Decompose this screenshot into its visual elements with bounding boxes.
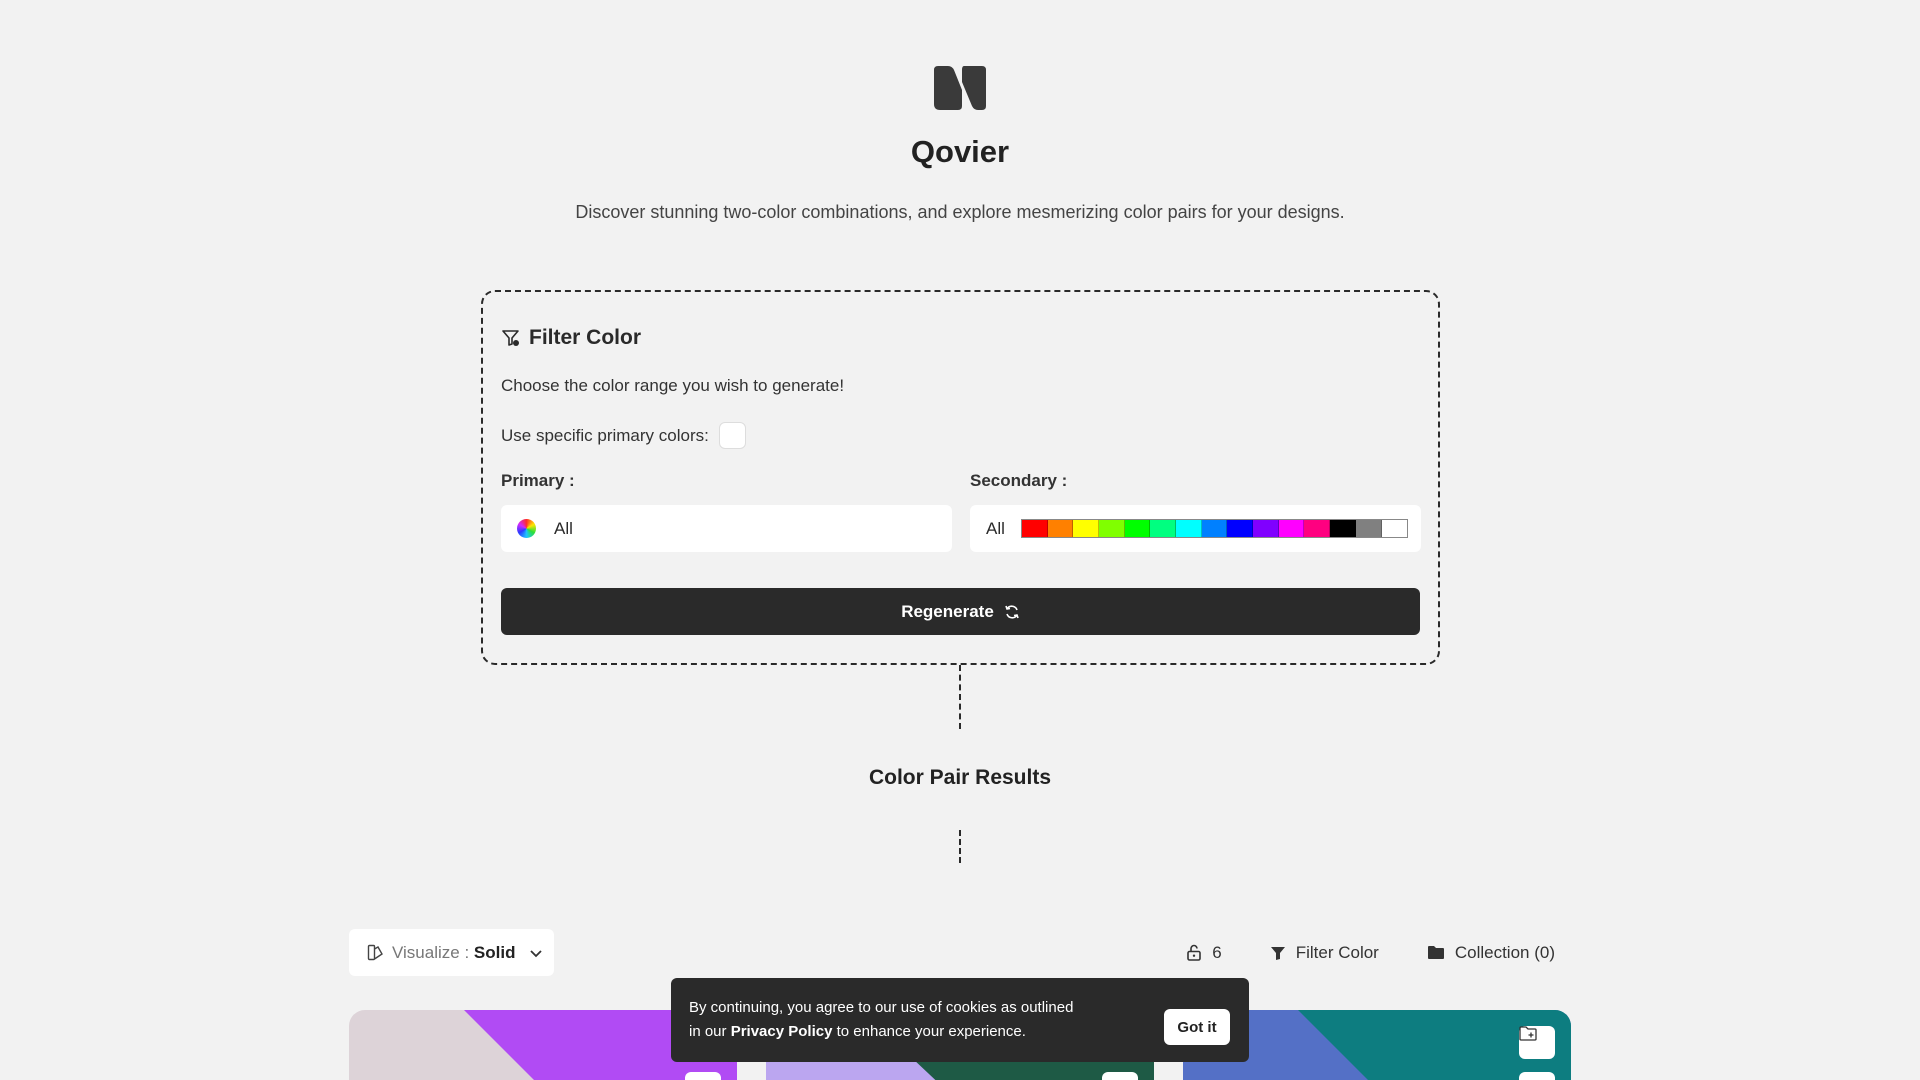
card-action-button[interactable] bbox=[685, 1072, 721, 1080]
results-toolbar: 6 Filter Color Collection (0) bbox=[1186, 929, 1555, 976]
chevron-down-icon bbox=[530, 949, 543, 957]
regenerate-label: Regenerate bbox=[901, 601, 994, 621]
swatch-5 bbox=[1150, 520, 1177, 537]
connector-line bbox=[959, 665, 961, 729]
swatch-14 bbox=[1381, 520, 1408, 537]
card-action-button[interactable] bbox=[1102, 1072, 1138, 1080]
swatch-4 bbox=[1124, 520, 1151, 537]
tagline: Discover stunning two-color combinations… bbox=[575, 202, 1345, 222]
folder-plus-icon bbox=[1519, 1026, 1537, 1041]
visualize-select[interactable]: Visualize : Solid bbox=[349, 929, 554, 976]
filter-title: Filter Color bbox=[529, 326, 642, 349]
secondary-swatch-strip bbox=[1020, 519, 1409, 538]
swatch-0 bbox=[1021, 520, 1048, 537]
got-it-button[interactable]: Got it bbox=[1164, 1009, 1230, 1045]
swatch-8 bbox=[1227, 520, 1254, 537]
unlock-icon bbox=[1187, 944, 1202, 961]
qovier-logo-icon bbox=[934, 66, 986, 110]
swatch-10 bbox=[1278, 520, 1305, 537]
filter-icon bbox=[1270, 946, 1285, 960]
filter-panel: Filter Color Choose the color range you … bbox=[481, 290, 1440, 665]
filter-subtitle: Choose the color range you wish to gener… bbox=[501, 376, 845, 395]
logo bbox=[934, 66, 986, 110]
connector-line bbox=[959, 830, 961, 863]
privacy-policy-link[interactable]: Privacy Policy bbox=[731, 1023, 833, 1040]
filter-header: Filter Color bbox=[501, 326, 641, 350]
lock-count: 6 bbox=[1212, 942, 1222, 962]
regenerate-button[interactable]: Regenerate bbox=[501, 588, 1420, 635]
collection-label: Collection (0) bbox=[1454, 942, 1555, 962]
cookie-banner: By continuing, you agree to our use of c… bbox=[671, 978, 1249, 1062]
rainbow-icon bbox=[517, 519, 536, 538]
app-title: Qovier bbox=[910, 134, 1010, 169]
folder-icon bbox=[1427, 946, 1444, 959]
secondary-select-value: All bbox=[986, 518, 1005, 538]
cookie-text-after: to enhance your experience. bbox=[836, 1023, 1026, 1040]
specific-primary-label: Use specific primary colors: bbox=[501, 425, 709, 445]
swatch-7 bbox=[1201, 520, 1228, 537]
secondary-select[interactable]: All bbox=[970, 505, 1421, 552]
swatch-3 bbox=[1098, 520, 1125, 537]
add-to-collection-button[interactable] bbox=[1519, 1026, 1555, 1059]
refresh-icon bbox=[1005, 604, 1019, 619]
filter-settings-icon bbox=[502, 330, 519, 346]
visualize-value: Solid bbox=[473, 942, 516, 962]
swatch-13 bbox=[1355, 520, 1382, 537]
primary-label: Primary : bbox=[501, 471, 575, 490]
swatch-2 bbox=[1073, 520, 1099, 537]
primary-select[interactable]: All bbox=[501, 505, 952, 552]
swatch-9 bbox=[1253, 520, 1279, 537]
results-title: Color Pair Results bbox=[868, 766, 1052, 789]
specific-primary-checkbox[interactable] bbox=[718, 422, 746, 449]
specific-primary-row: Use specific primary colors: bbox=[501, 422, 746, 449]
swatch-11 bbox=[1304, 520, 1331, 537]
primary-select-value: All bbox=[554, 518, 573, 538]
swatch-1 bbox=[1047, 520, 1074, 537]
filter-color-button[interactable]: Filter Color bbox=[1270, 943, 1379, 963]
swatch-6 bbox=[1176, 520, 1202, 537]
collection-button[interactable]: Collection (0) bbox=[1427, 943, 1555, 963]
lock-count-button[interactable]: 6 bbox=[1186, 942, 1222, 963]
visualize-label: Visualize : bbox=[392, 942, 470, 962]
secondary-label: Secondary : bbox=[970, 471, 1068, 490]
filter-color-label: Filter Color bbox=[1295, 942, 1379, 962]
palette-icon bbox=[367, 944, 383, 961]
swatch-12 bbox=[1330, 520, 1356, 537]
card-action-button[interactable] bbox=[1519, 1072, 1555, 1080]
cookie-text: By continuing, you agree to our use of c… bbox=[689, 996, 1079, 1044]
